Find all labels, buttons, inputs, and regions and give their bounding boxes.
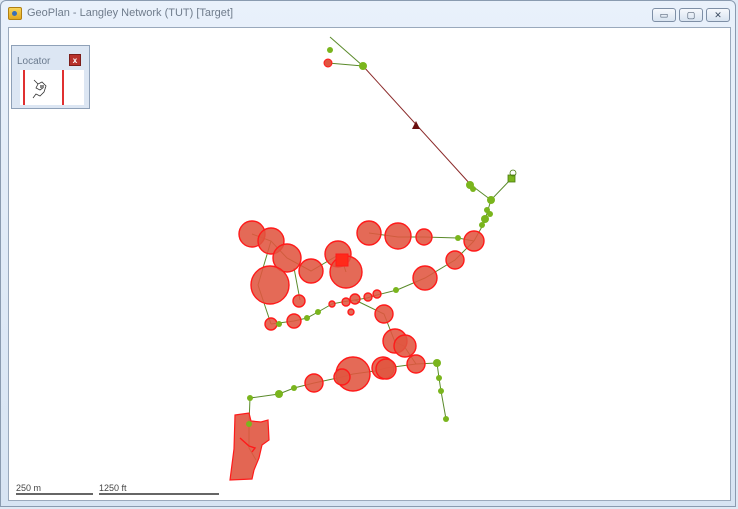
scale-bar-metric bbox=[16, 493, 93, 495]
close-button[interactable]: ✕ bbox=[706, 8, 730, 22]
maximize-button[interactable]: ▢ bbox=[679, 8, 703, 22]
minimize-button[interactable]: ▭ bbox=[652, 8, 676, 22]
trunk-link[interactable] bbox=[327, 36, 472, 186]
scale-label-imperial: 1250 ft bbox=[99, 483, 127, 493]
locator-network-thumbnail-icon bbox=[32, 79, 47, 99]
locator-close-button[interactable]: x bbox=[69, 54, 81, 66]
flooded-storage-node[interactable] bbox=[335, 253, 349, 267]
scale-label-metric: 250 m bbox=[16, 483, 42, 493]
map-canvas[interactable]: Locator x 250 m 1250 ft bbox=[8, 27, 731, 501]
flood-volume-circles[interactable] bbox=[238, 220, 485, 393]
locator-title: Locator bbox=[17, 56, 51, 67]
geoplan-app-icon bbox=[8, 7, 22, 20]
geoplan-window: GeoPlan - Langley Network (TUT) [Target]… bbox=[0, 0, 736, 507]
network-map[interactable] bbox=[9, 28, 731, 501]
flow-direction-arrow-icon bbox=[412, 121, 420, 129]
upstream-flooded-node[interactable] bbox=[323, 58, 333, 68]
scale-bar-imperial bbox=[99, 493, 219, 495]
window-title: GeoPlan - Langley Network (TUT) [Target] bbox=[27, 7, 234, 19]
locator-panel[interactable]: Locator x bbox=[11, 45, 90, 109]
title-bar[interactable]: GeoPlan - Langley Network (TUT) [Target]… bbox=[1, 1, 735, 27]
locator-overview[interactable] bbox=[20, 70, 84, 105]
